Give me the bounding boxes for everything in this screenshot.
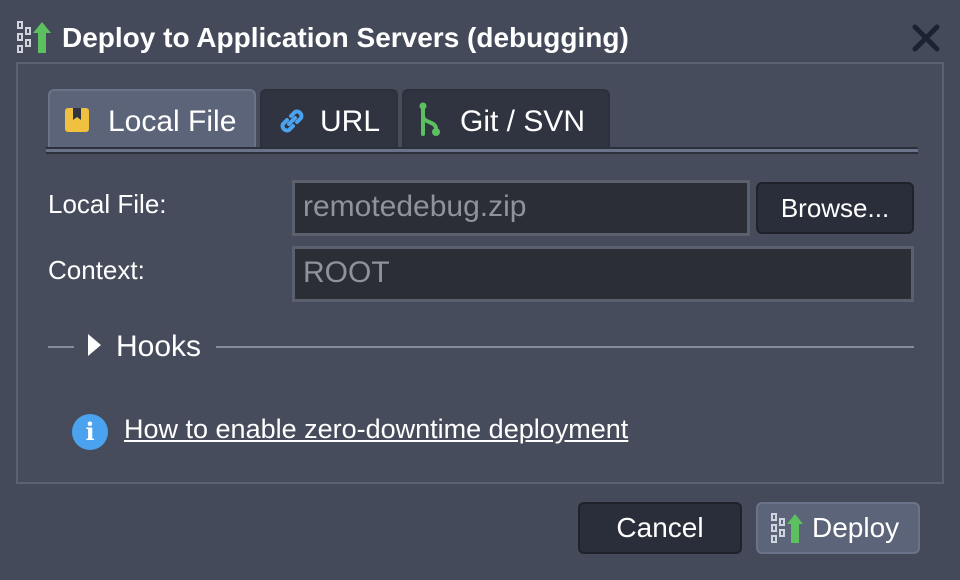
tab-local-file-label: Local File [108, 105, 237, 138]
context-input[interactable]: ROOT [292, 246, 914, 302]
close-icon[interactable] [910, 22, 942, 54]
cancel-button[interactable]: Cancel [578, 502, 742, 554]
local-file-label: Local File: [48, 189, 167, 219]
hooks-divider-right [216, 346, 914, 348]
deploy-upload-icon [17, 21, 51, 53]
archive-file-icon [65, 108, 89, 132]
git-branch-icon [419, 102, 440, 136]
deploy-dialog: Deploy to Application Servers (debugging… [0, 0, 960, 580]
tab-strip-divider [46, 147, 918, 154]
deploy-upload-icon [771, 513, 803, 543]
expand-arrow-icon[interactable] [88, 334, 101, 356]
dialog-titlebar: Deploy to Application Servers (debugging… [0, 0, 960, 62]
tab-local-file[interactable]: Local File [48, 89, 256, 149]
hooks-toggle[interactable]: Hooks [116, 330, 201, 364]
dialog-title: Deploy to Application Servers (debugging… [62, 22, 629, 53]
tab-git-svn[interactable]: Git / SVN [402, 89, 610, 147]
deploy-button-label: Deploy [812, 512, 900, 543]
zero-downtime-help-link[interactable]: How to enable zero-downtime deployment [124, 412, 628, 446]
deploy-button[interactable]: Deploy [756, 502, 920, 554]
tab-git-svn-label: Git / SVN [460, 105, 586, 138]
tab-url-label: URL [320, 105, 381, 138]
link-icon [280, 109, 304, 133]
local-file-input[interactable]: remotedebug.zip [292, 180, 750, 236]
info-icon: i [72, 414, 108, 450]
context-label: Context: [48, 255, 145, 285]
deploy-panel: Local File URL Git / SVN Local File: rem… [16, 62, 944, 484]
browse-button[interactable]: Browse... [756, 182, 914, 234]
tab-url[interactable]: URL [260, 89, 398, 147]
hooks-divider-left [48, 346, 74, 348]
